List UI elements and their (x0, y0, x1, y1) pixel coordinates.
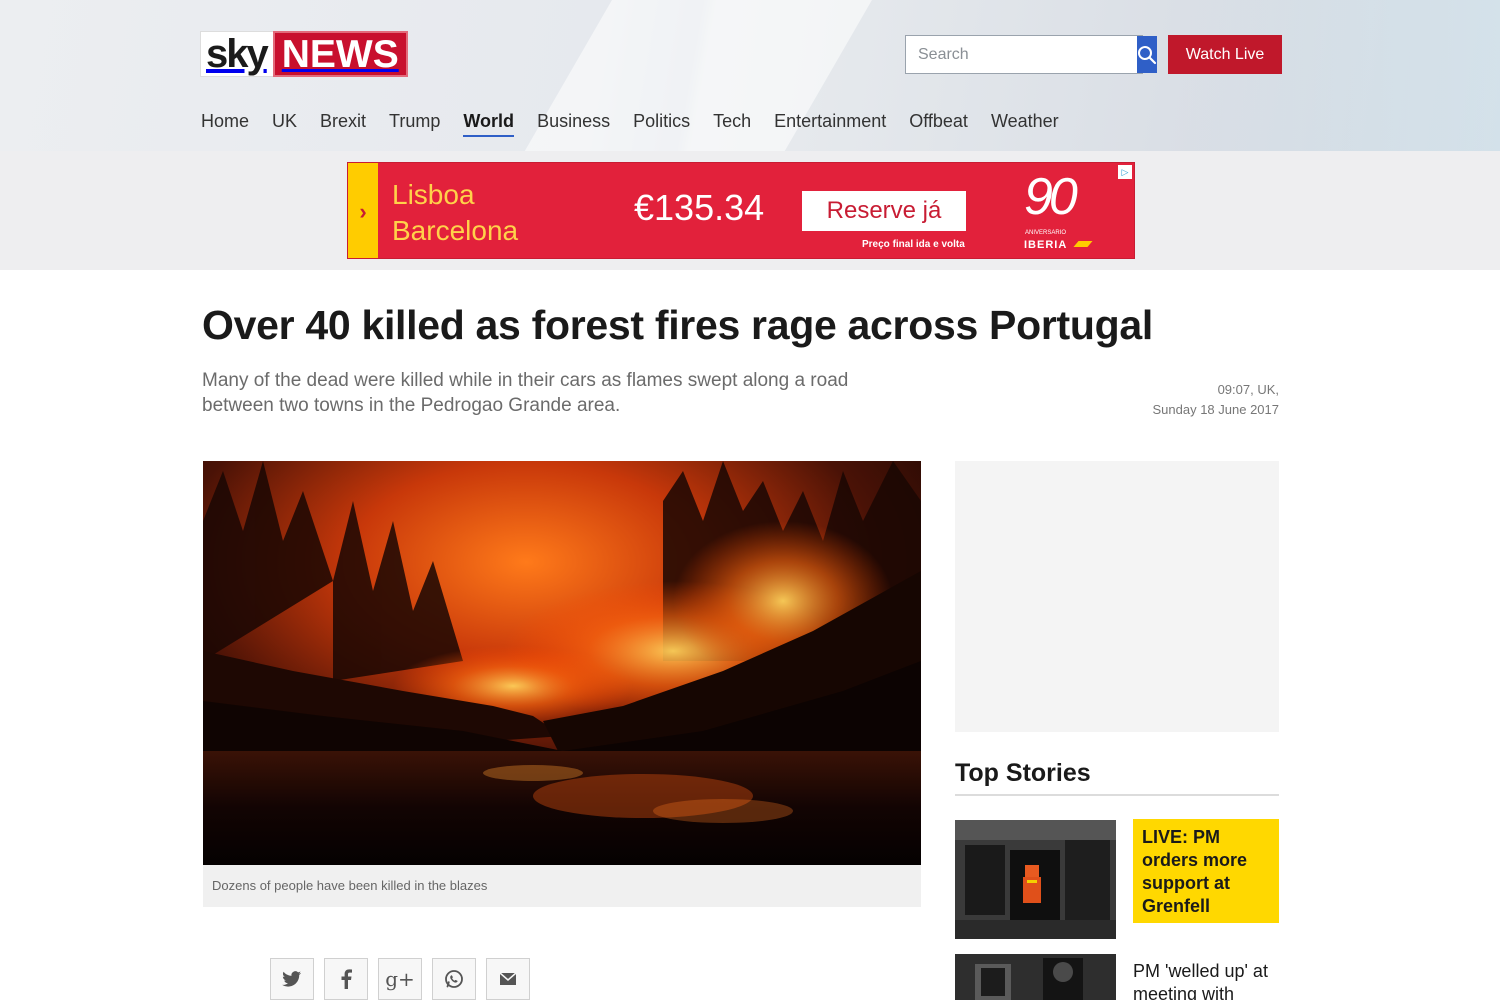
article-date: Sunday 18 June 2017 (1152, 402, 1280, 417)
iberia-logo-icon (1073, 241, 1093, 247)
nav-home[interactable]: Home (201, 110, 249, 137)
nav-politics[interactable]: Politics (633, 110, 690, 137)
ad-anniversary-number: 90 (1024, 168, 1078, 226)
iberia-banner-ad[interactable]: › Lisboa Barcelona €135.34 Reserve já Pr… (347, 162, 1135, 259)
whatsapp-icon (445, 970, 463, 988)
sky-news-logo[interactable]: sky NEWS (200, 31, 408, 77)
article-standfirst: Many of the dead were killed while in th… (202, 370, 849, 416)
share-twitter-button[interactable] (270, 958, 314, 1000)
email-icon (499, 972, 517, 985)
story-link-grenfell[interactable]: LIVE: PM orders more support at Grenfell (1133, 819, 1279, 923)
ad-price: €135.34 (634, 187, 765, 228)
main-nav: Home UK Brexit Trump World Business Poli… (201, 110, 1082, 137)
nav-tech[interactable]: Tech (713, 110, 751, 137)
top-stories-divider (955, 794, 1279, 796)
hero-image[interactable] (203, 461, 921, 865)
watch-live-button[interactable]: Watch Live (1168, 35, 1282, 74)
article-time: 09:07, UK, (1217, 382, 1279, 397)
story-thumbnail-grenfell[interactable] (955, 820, 1116, 939)
nav-business[interactable]: Business (537, 110, 610, 137)
ad-anniversary-label: ANIVERSARIO (1025, 230, 1067, 236)
facebook-icon (341, 969, 352, 989)
search-button[interactable] (1137, 36, 1157, 73)
search-box (905, 35, 1157, 74)
image-caption: Dozens of people have been killed in the… (212, 878, 488, 893)
article-dateline: 09:07, UK, Sunday 18 June 2017 (1153, 380, 1280, 420)
nav-offbeat[interactable]: Offbeat (909, 110, 968, 137)
share-bar: g+ (270, 958, 540, 1000)
downing-street-photo (955, 954, 1116, 1000)
search-input[interactable] (906, 36, 1137, 73)
share-whatsapp-button[interactable] (432, 958, 476, 1000)
twitter-icon (282, 971, 301, 987)
ad-brand: IBERIA (1024, 239, 1068, 251)
adchoices-icon[interactable]: ▷ (1118, 165, 1132, 179)
grenfell-photo (955, 820, 1116, 939)
image-caption-bar: Dozens of people have been killed in the… (203, 865, 921, 907)
ad-city-lisboa: Lisboa (392, 179, 475, 210)
share-facebook-button[interactable] (324, 958, 368, 1000)
nav-trump[interactable]: Trump (389, 110, 440, 137)
share-email-button[interactable] (486, 958, 530, 1000)
logo-sky-text: sky (200, 31, 273, 77)
forest-fire-photo (203, 461, 921, 865)
search-icon (1138, 45, 1157, 64)
share-googleplus-button[interactable]: g+ (378, 958, 422, 1000)
story-thumbnail-downing-street[interactable] (955, 954, 1116, 1000)
google-plus-icon: g+ (385, 967, 415, 991)
logo-news-text: NEWS (272, 31, 408, 77)
nav-entertainment[interactable]: Entertainment (774, 110, 886, 137)
nav-weather[interactable]: Weather (991, 110, 1059, 137)
ad-chevron-icon[interactable]: › (348, 163, 378, 258)
masthead-sheen-right (1180, 0, 1500, 151)
ad-price-note: Preço final ida e volta (862, 239, 965, 250)
nav-uk[interactable]: UK (272, 110, 297, 137)
story-link-pm-welled-up[interactable]: PM 'welled up' at meeting with (1133, 960, 1283, 1000)
sidebar-ad-slot (955, 461, 1279, 732)
ad-destinations: Lisboa Barcelona (392, 177, 518, 249)
top-stories-heading: Top Stories (955, 759, 1091, 787)
ad-city-barcelona: Barcelona (392, 215, 519, 246)
article-headline: Over 40 killed as forest fires rage acro… (202, 302, 1153, 348)
nav-world[interactable]: World (463, 110, 515, 137)
ad-reserve-button[interactable]: Reserve já (802, 191, 966, 231)
nav-brexit[interactable]: Brexit (320, 110, 366, 137)
